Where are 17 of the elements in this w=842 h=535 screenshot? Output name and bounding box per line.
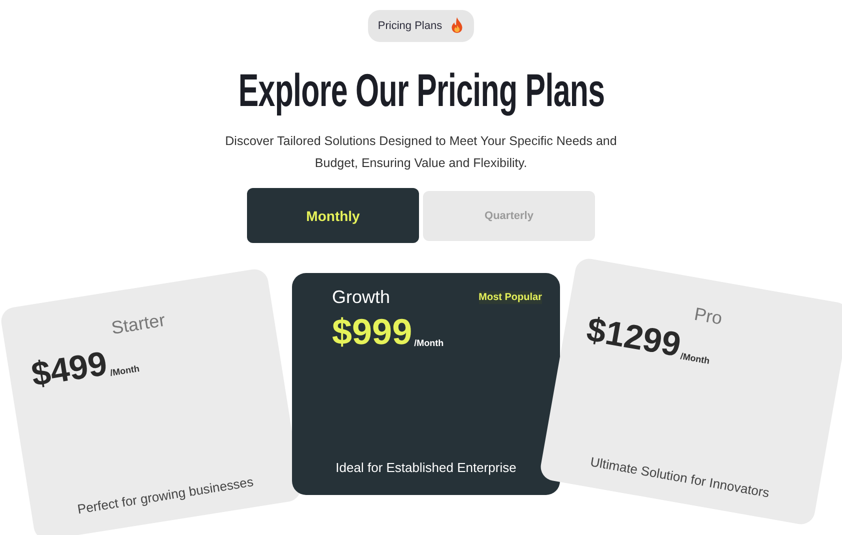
price-period: /Month: [680, 351, 710, 366]
page-subtitle: Discover Tailored Solutions Designed to Meet Your Specific Needs and Budget, Ensuring Value and Flexibility.: [224, 133, 618, 172]
plan-price: $499: [29, 346, 110, 392]
flame-icon: [450, 17, 464, 35]
plan-name: Pro: [692, 304, 724, 330]
badge-label: Pricing Plans: [378, 20, 442, 32]
billing-tab[interactable]: Monthly: [247, 188, 419, 243]
plan-price: $999: [332, 314, 412, 350]
plan-name: Growth: [332, 287, 390, 308]
plan-description: Perfect for growing businesses: [75, 473, 256, 519]
popular-tag: Most Popular: [478, 291, 542, 304]
plan-name: Starter: [110, 310, 167, 340]
price-period: /Month: [109, 363, 140, 378]
plan-description: Ideal for Established Enterprise: [334, 460, 518, 475]
plan-description: Ultimate Solution for Innovators: [588, 453, 772, 502]
page-title: Explore Our Pricing Plans: [238, 64, 604, 116]
price-period: /Month: [414, 338, 444, 348]
